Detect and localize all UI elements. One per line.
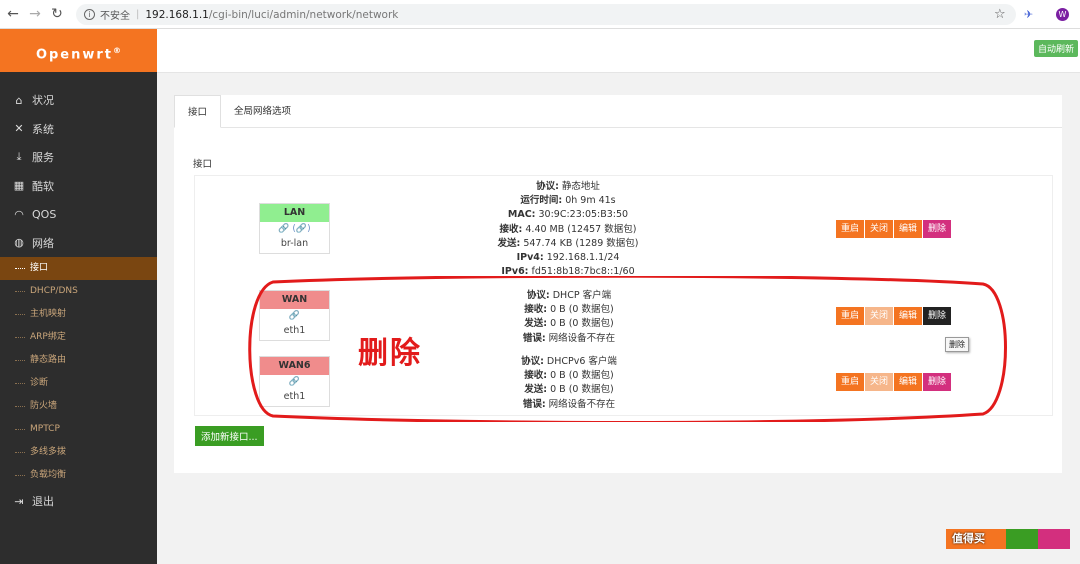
sidebar-item-status[interactable]: ⌂ 状况 <box>0 86 157 115</box>
tab-bar: 接口 全局网络选项 <box>174 95 1062 128</box>
sidebar-sub-arp[interactable]: ARP绑定 <box>0 326 157 349</box>
bookmark-star-icon[interactable]: ☆ <box>994 7 1006 22</box>
interface-card-lan[interactable]: LAN 🔗 (🔗) br-lan <box>259 203 330 254</box>
address-separator: | <box>136 9 140 20</box>
interface-port-icon: 🔗 (🔗) <box>278 224 311 234</box>
info-row: MAC: 30:9C:23:05:B3:50 <box>507 209 629 221</box>
tab-global-options[interactable]: 全局网络选项 <box>221 95 304 127</box>
sidebar-sub-firewall[interactable]: 防火墙 <box>0 395 157 418</box>
actions-lan: 重启 关闭 编辑 删除 <box>836 220 952 238</box>
sidebar-item-label: 服务 <box>32 151 54 165</box>
wrench-icon: ✕ <box>14 122 24 136</box>
sidebar-item-label: QOS <box>32 207 57 221</box>
address-bar[interactable]: i 不安全 | 192.168.1.1/cgi-bin/luci/admin/n… <box>76 4 1016 25</box>
forward-icon[interactable]: → <box>26 5 44 23</box>
sidebar-sub-dhcp-dns[interactable]: DHCP/DNS <box>0 280 157 303</box>
interface-device: br-lan <box>280 238 309 249</box>
info-row: 运行时间: 0h 9m 41s <box>520 195 616 207</box>
section-title: 接口 <box>193 159 213 170</box>
sidebar-item-qos[interactable]: ◠ QOS <box>0 200 157 229</box>
delete-button[interactable]: 删除 <box>923 220 952 238</box>
info-row: 发送: 547.74 KB (1289 数据包) <box>497 237 639 249</box>
sidebar-item-label: 系统 <box>32 122 54 136</box>
info-row: 协议: 静态地址 <box>536 181 600 192</box>
sidebar-sub-multiwan[interactable]: 多线多拨 <box>0 441 157 464</box>
sidebar-sub-diagnostics[interactable]: 诊断 <box>0 372 157 395</box>
sidebar-item-apps[interactable]: ▦ 酷软 <box>0 172 157 201</box>
footer-button[interactable] <box>1038 529 1070 549</box>
browser-toolbar: ← → ↻ i 不安全 | 192.168.1.1/cgi-bin/luci/a… <box>0 0 1080 29</box>
sidebar-item-network[interactable]: ◍ 网络 <box>0 229 157 258</box>
sidebar-sub-hosts[interactable]: 主机映射 <box>0 303 157 326</box>
logout-icon: ⇥ <box>14 494 24 508</box>
sidebar-item-services[interactable]: ⤓ 服务 <box>0 143 157 172</box>
info-row: 接收: 4.40 MB (12457 数据包) <box>499 223 637 235</box>
back-icon[interactable]: ← <box>4 5 22 23</box>
sidebar-item-label: 网络 <box>32 236 54 250</box>
sidebar-sub-loadbalance[interactable]: 负载均衡 <box>0 464 157 487</box>
watermark: 值得买 <box>952 532 985 545</box>
sidebar-sub-mptcp[interactable]: MPTCP <box>0 418 157 441</box>
brand-name: Openwrt <box>35 47 114 63</box>
top-bar: 自动刷新 <box>157 29 1080 73</box>
brand-logo: Openwrt® <box>0 29 157 72</box>
sidebar-item-logout[interactable]: ⇥ 退出 <box>0 487 157 516</box>
info-row: IPv4: 192.168.1.1/24 <box>516 252 620 264</box>
restart-button[interactable]: 重启 <box>836 220 865 238</box>
sidebar-sub-interfaces[interactable]: 接口 <box>0 257 157 280</box>
globe-icon: ◍ <box>14 236 24 250</box>
info-icon[interactable]: i <box>84 9 95 20</box>
extension-icon[interactable]: ✈ <box>1024 8 1037 21</box>
insecure-label: 不安全 <box>100 11 130 22</box>
tab-interfaces[interactable]: 接口 <box>174 95 222 128</box>
gauge-icon: ◠ <box>14 207 24 221</box>
interface-name: LAN <box>260 204 329 222</box>
url-path: /cgi-bin/luci/admin/network/network <box>208 8 399 21</box>
edit-button[interactable]: 编辑 <box>894 220 923 238</box>
sidebar-item-label: 酷软 <box>32 179 54 193</box>
add-interface-button[interactable]: 添加新接口... <box>195 426 264 446</box>
stop-button[interactable]: 关闭 <box>865 220 894 238</box>
auto-refresh-button[interactable]: 自动刷新 <box>1033 40 1078 57</box>
reload-icon[interactable]: ↻ <box>48 5 66 23</box>
download-icon: ⤓ <box>16 150 22 164</box>
footer-button[interactable] <box>1006 529 1038 549</box>
home-icon: ⌂ <box>15 93 23 107</box>
sidebar-item-label: 退出 <box>32 495 54 509</box>
calendar-icon: ▦ <box>13 179 25 193</box>
url-host: 192.168.1.1 <box>145 8 209 21</box>
sidebar-item-label: 状况 <box>32 94 54 108</box>
brand-mark: ® <box>113 46 122 55</box>
sidebar: Openwrt® ⌂ 状况 ✕ 系统 ⤓ 服务 ▦ 酷软 ◠ QOS ◍ 网络 接口 DHC… <box>0 29 157 564</box>
profile-avatar[interactable]: W <box>1056 8 1069 21</box>
sidebar-item-system[interactable]: ✕ 系统 <box>0 115 157 144</box>
sidebar-sub-static-routes[interactable]: 静态路由 <box>0 349 157 372</box>
interface-info-lan: 协议: 静态地址 运行时间: 0h 9m 41s MAC: 30:9C:23:0… <box>480 180 656 279</box>
annotation-label: 删除 <box>358 336 422 371</box>
